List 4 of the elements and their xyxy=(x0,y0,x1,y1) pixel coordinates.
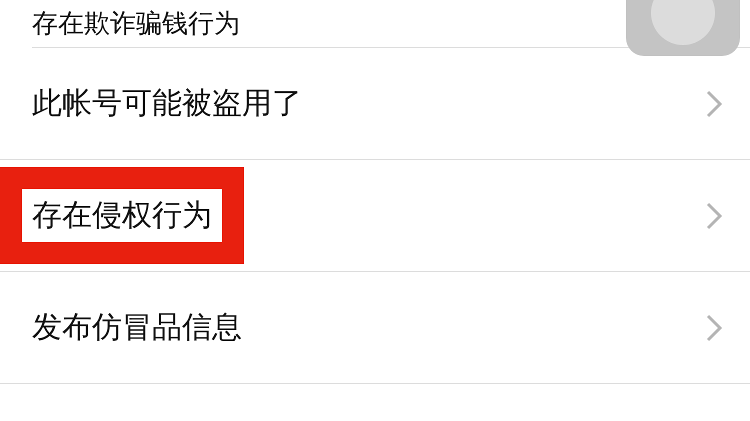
chevron-icon xyxy=(706,90,722,118)
floating-assist-button[interactable] xyxy=(626,0,740,56)
chevron-icon xyxy=(706,202,722,230)
chevron-icon xyxy=(706,314,722,342)
